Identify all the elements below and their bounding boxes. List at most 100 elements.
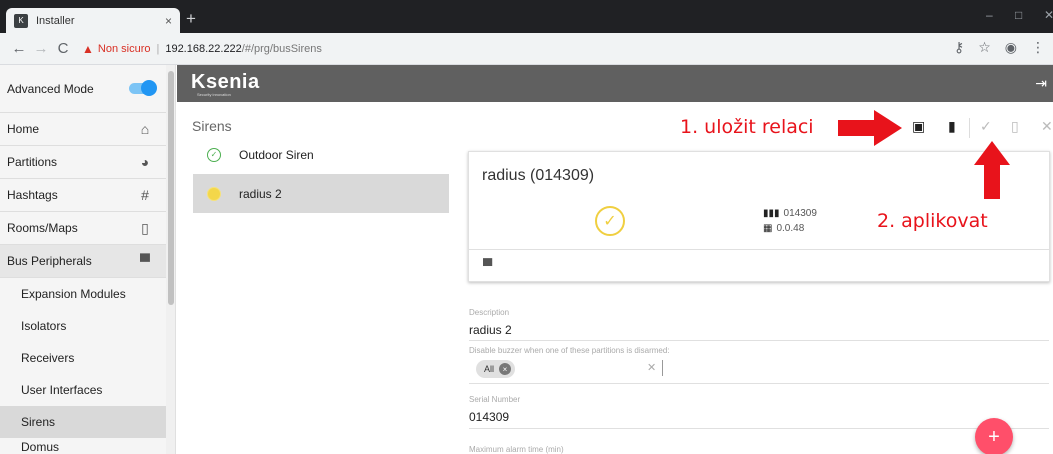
sidebar-item-label: Partitions [7,155,58,169]
sidebar-item-rooms-maps[interactable]: Rooms/Maps ▯ [0,212,166,245]
toggle-knob [141,80,157,96]
device-label: radius 2 [239,186,282,201]
sidebar-subitem-isolators[interactable]: Isolators [0,310,166,342]
sidebar-item-label: Home [7,122,40,136]
device-list: ✓ Outdoor Siren radius 2 [193,135,449,213]
device-info: ▮▮▮ 014309 ▦ 0.0.48 [763,206,817,236]
sidebar-subitem-sirens[interactable]: Sirens [0,406,166,438]
logo-tagline: Security innovation [197,92,231,97]
app-header: Ksenia Security innovation ⇥ [177,65,1053,102]
pie-chart-icon: ◕ [140,154,150,170]
sidebar-subitem-domus[interactable]: Domus [0,438,166,454]
sidebar-subitem-label: Isolators [21,319,67,333]
add-button[interactable]: + [975,418,1013,454]
sidebar-item-label: Bus Peripherals [7,254,92,268]
advanced-mode-label: Advanced Mode [7,81,94,96]
close-window-icon[interactable]: ✕ [1044,8,1053,22]
sidebar-subitem-label: Expansion Modules [21,287,126,301]
status-check-icon: ✓ [595,206,625,236]
monitor-icon: ▀ [140,253,150,269]
hashtag-icon: # [141,187,149,203]
device-label: Outdoor Siren [239,147,314,162]
red-arrow-right-icon [838,110,902,146]
description-underline [469,340,1049,341]
warning-icon: ▲ [82,41,94,56]
serial-number-label: Serial Number [469,395,521,404]
address-bar: ← → C ▲ Non sicuro | 192.168.22.222 /#/p… [0,33,1053,65]
sidebar-item-partitions[interactable]: Partitions ◕ [0,146,166,179]
chip-remove-icon[interactable]: × [499,363,512,375]
menu-dots-icon[interactable]: ⋮ [1031,39,1045,56]
barcode-icon: ▮▮▮ [763,208,780,219]
trash-icon[interactable]: ▮ [948,118,956,135]
door-icon: ▯ [141,219,149,236]
buzzer-label: Disable buzzer when one of these partiti… [469,346,670,355]
back-icon[interactable]: ← [8,40,30,57]
sidebar-subitem-label: User Interfaces [21,383,103,397]
forward-icon[interactable]: → [30,40,52,57]
buzzer-underline [469,383,1049,384]
url-separator: | [156,42,160,55]
clear-selection-icon[interactable]: ✕ [647,361,656,374]
tab-close-icon[interactable]: × [165,14,172,28]
url-host: 192.168.22.222 [165,42,242,55]
card-serial: 014309 [783,208,817,219]
account-icon[interactable]: ◉ [1005,39,1017,56]
description-field[interactable]: radius 2 [469,323,512,337]
sidebar-subitem-label: Receivers [21,351,75,365]
card-firmware: 0.0.48 [776,223,805,234]
close-x-icon[interactable]: ✕ [1041,118,1053,135]
partition-chip[interactable]: All × [476,360,516,378]
list-item[interactable]: radius 2 [193,174,449,213]
page-title: Sirens [192,118,232,134]
max-alarm-time-label: Maximum alarm time (min) [469,445,564,454]
annotation-save-session: 1. uložit relaci [680,116,814,138]
advanced-mode-toggle[interactable] [129,80,157,96]
select-input-caret[interactable] [662,360,663,376]
tab-title: Installer [36,14,75,27]
key-icon[interactable]: ⚷ [954,39,964,56]
sidebar-item-hashtags[interactable]: Hashtags # [0,179,166,212]
status-warning-icon [207,186,221,201]
toolbar-divider [969,118,970,138]
star-icon[interactable]: ☆ [978,39,991,56]
ksenia-favicon-icon: K [14,13,28,28]
not-secure-label: Non sicuro [97,42,151,55]
maximize-icon[interactable]: □ [1015,8,1022,22]
list-item[interactable]: ✓ Outdoor Siren [193,135,449,174]
sidebar: Advanced Mode Home ⌂ Partitions ◕ Hashta… [0,65,166,454]
minimize-icon[interactable]: – [986,8,993,22]
url-path: /#/prg/busSirens [241,42,322,55]
red-arrow-up-icon [974,141,1010,199]
device-card-title: radius (014309) [482,167,595,184]
status-ok-icon: ✓ [207,147,221,162]
save-icon[interactable]: ▣ [912,118,925,135]
url-field[interactable]: ▲ Non sicuro | 192.168.22.222 /#/prg/bus… [82,42,322,56]
scrollbar-thumb[interactable] [168,71,174,305]
sidebar-item-home[interactable]: Home ⌂ [0,113,166,146]
logout-icon[interactable]: ⇥ [1035,75,1047,92]
sidebar-item-label: Rooms/Maps [7,221,78,235]
annotation-apply: 2. aplikovat [877,210,988,232]
sidebar-scrollbar[interactable] [166,65,176,454]
address-bar-actions: ⚷ ☆ ◉ ⋮ [954,39,1045,56]
sidebar-subitem-expansion-modules[interactable]: Expansion Modules [0,278,166,310]
sidebar-item-label: Hashtags [7,188,58,202]
advanced-mode-row: Advanced Mode [0,65,166,113]
sidebar-subitem-user-interfaces[interactable]: User Interfaces [0,374,166,406]
new-tab-button[interactable]: + [186,9,196,29]
serial-number-field[interactable]: 014309 [469,410,509,424]
discard-icon[interactable]: ▯ [1011,118,1019,135]
browser-tab[interactable]: K Installer × [6,8,180,33]
description-label: Description [469,308,510,317]
card-divider [469,249,1049,250]
main-content: Sirens ▣ ▮ ✓ ▯ ✕ ✓ Outdoor Siren radius … [177,102,1053,454]
apply-check-icon[interactable]: ✓ [980,118,992,135]
chip-icon: ▦ [763,223,773,234]
sidebar-item-bus-peripherals[interactable]: Bus Peripherals ▀ [0,245,166,278]
ksenia-logo: Ksenia [191,71,260,93]
home-icon: ⌂ [140,121,150,137]
reload-icon[interactable]: C [52,40,74,57]
browser-tab-bar: K Installer × + – □ ✕ [0,0,1053,33]
sidebar-subitem-receivers[interactable]: Receivers [0,342,166,374]
